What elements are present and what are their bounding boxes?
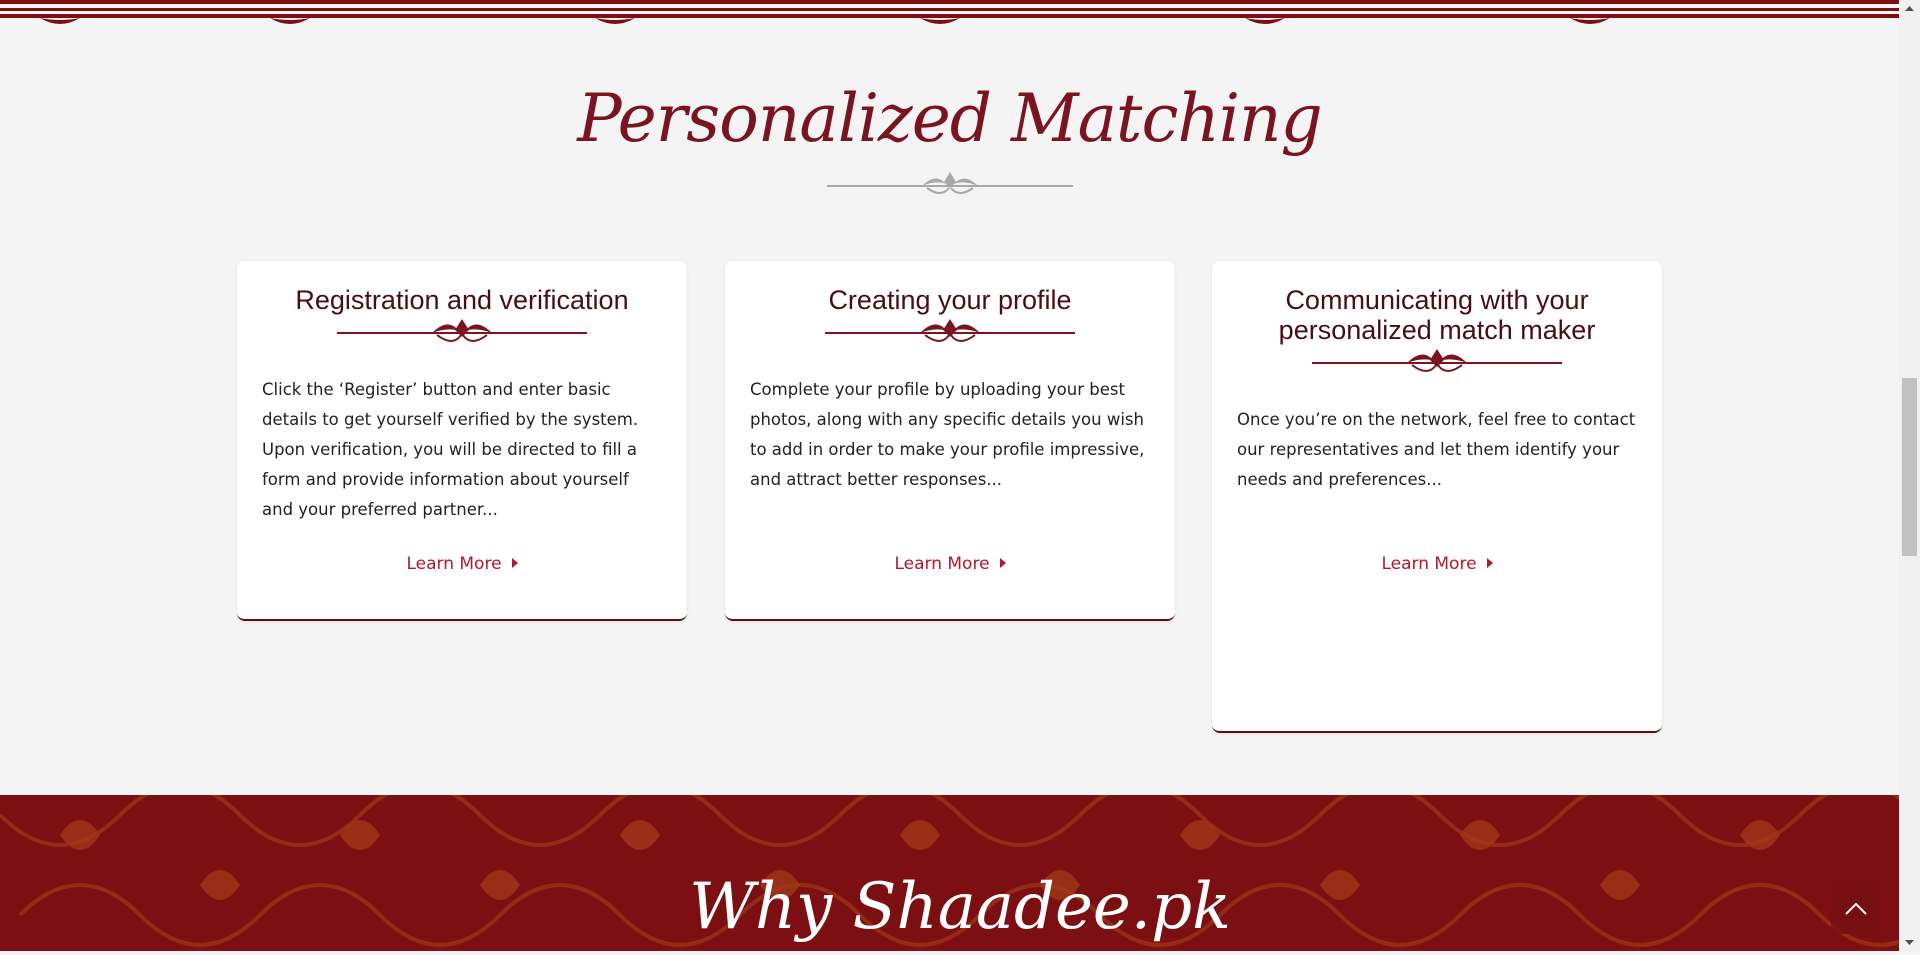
learn-more-label: Learn More — [406, 554, 502, 574]
floral-divider-icon — [337, 319, 587, 342]
section-title: Personalized Matching — [577, 80, 1323, 157]
card-title: Communicating with your personalized mat… — [1278, 285, 1596, 345]
caret-right-icon — [511, 558, 518, 568]
card-description: Click the ‘Register’ button and enter ba… — [262, 380, 639, 519]
main-content: Personalized Matching Registration and v… — [0, 0, 1899, 795]
caret-right-icon — [1486, 558, 1493, 568]
chevron-up-icon — [1845, 902, 1867, 915]
learn-more-label: Learn More — [894, 554, 990, 574]
top-ornamental-border — [0, 0, 1899, 32]
triangle-up-icon — [1905, 6, 1914, 11]
card-description: Complete your profile by uploading your … — [750, 380, 1145, 489]
border-pattern-icon — [0, 0, 1899, 24]
card-title: Registration and verification — [295, 285, 629, 315]
why-section-title: Why Shaadee.pk — [689, 870, 1231, 944]
card-matchmaker: Communicating with your personalized mat… — [1212, 261, 1662, 733]
card-description: Once you’re on the network, feel free to… — [1237, 410, 1636, 489]
scrollbar-thumb[interactable] — [1902, 378, 1917, 556]
learn-more-link[interactable]: Learn More — [237, 554, 687, 574]
floral-divider-icon — [825, 319, 1075, 342]
caret-right-icon — [999, 558, 1006, 568]
card-title: Creating your profile — [828, 285, 1072, 315]
learn-more-link[interactable]: Learn More — [1212, 554, 1662, 574]
scroll-down-button[interactable] — [1899, 934, 1920, 951]
back-to-top-button[interactable] — [1831, 884, 1881, 934]
floral-divider-icon — [827, 172, 1073, 194]
floral-divider-icon — [1312, 349, 1562, 372]
learn-more-link[interactable]: Learn More — [725, 554, 1175, 574]
learn-more-label: Learn More — [1381, 554, 1477, 574]
triangle-down-icon — [1905, 940, 1914, 945]
card-registration: Registration and verification Click the … — [237, 261, 687, 621]
scrollbar[interactable] — [1899, 0, 1920, 951]
scroll-up-button[interactable] — [1899, 0, 1920, 17]
card-profile: Creating your profile Complete your prof… — [725, 261, 1175, 621]
